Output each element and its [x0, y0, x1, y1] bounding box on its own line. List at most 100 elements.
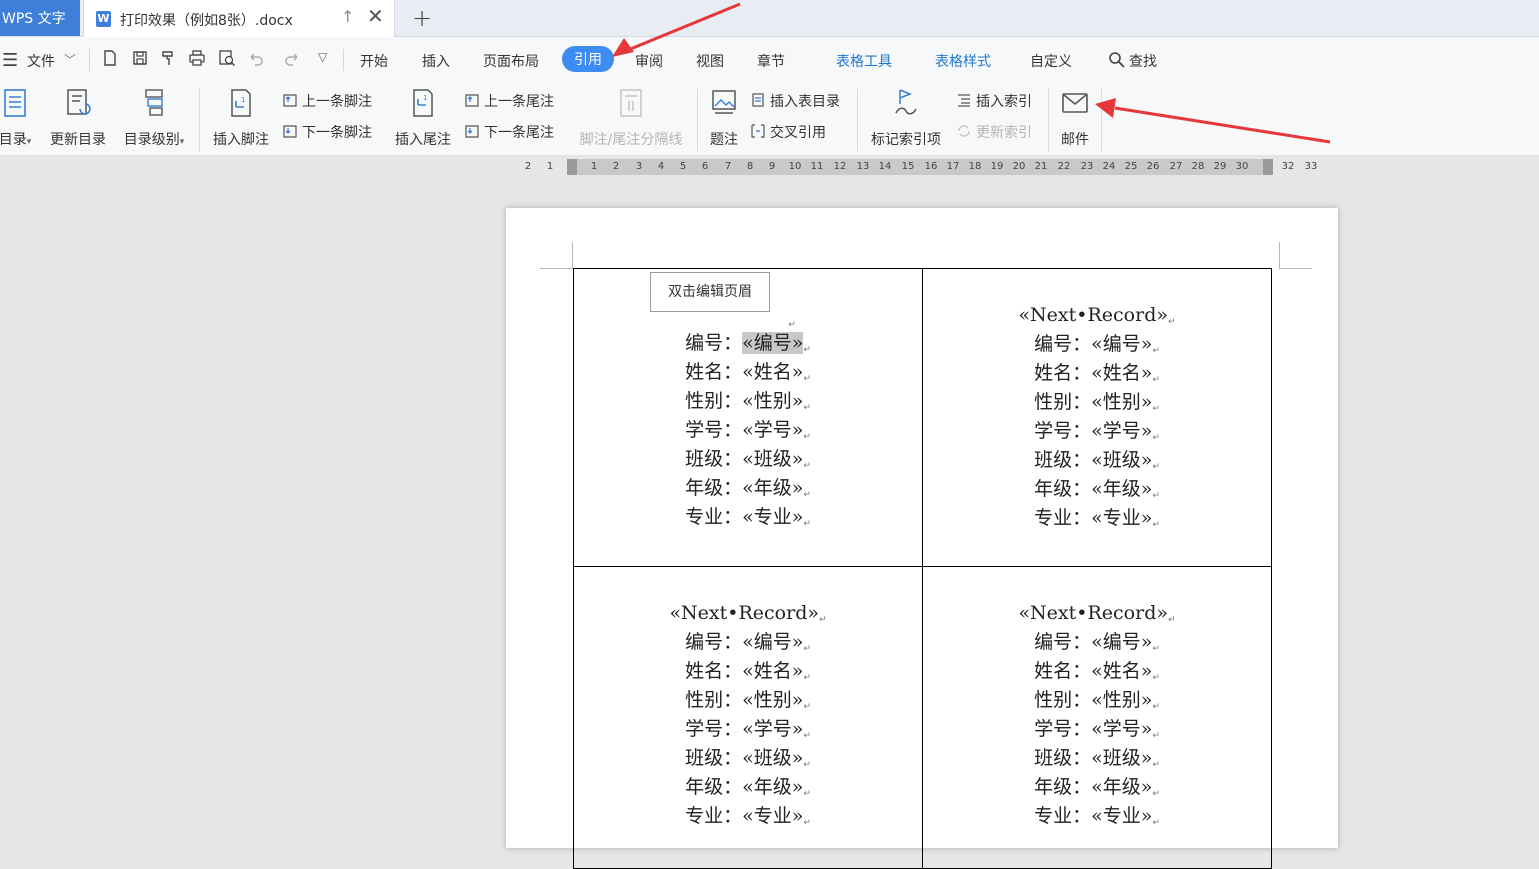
merge-field-line[interactable]: 学号：«学号»↵ — [923, 715, 1271, 744]
merge-field-line[interactable]: 班级：«班级»↵ — [923, 744, 1271, 773]
merge-field-line[interactable]: 编号：«编号»↵ — [574, 628, 922, 657]
search-icon[interactable] — [1108, 51, 1126, 69]
update-index-button[interactable]: 更新索引 — [956, 122, 1032, 142]
next-record-field[interactable]: «Next•Record»↵ — [923, 301, 1271, 330]
merge-field-value[interactable]: «专业» — [742, 805, 803, 827]
ruler-left-margin[interactable] — [567, 159, 577, 175]
undo-icon[interactable] — [247, 49, 265, 67]
prev-endnote-button[interactable]: 上一条尾注 — [464, 91, 554, 111]
merge-field-value[interactable]: «学号» — [1091, 420, 1152, 442]
pin-icon[interactable]: ↑ — [341, 7, 354, 26]
insert-index-button[interactable]: 插入索引 — [956, 91, 1032, 111]
merge-field-line[interactable]: 班级：«班级»↵ — [574, 744, 922, 773]
merge-field-value[interactable]: «学号» — [742, 718, 803, 740]
merge-field-value[interactable]: «年级» — [742, 477, 803, 499]
file-menu[interactable]: 文件 — [27, 51, 55, 71]
merge-field-value[interactable]: «姓名» — [1091, 362, 1152, 384]
merge-field-line[interactable]: 学号：«学号»↵ — [574, 416, 922, 445]
merge-field-line[interactable]: 姓名：«姓名»↵ — [574, 358, 922, 387]
menu-page-layout[interactable]: 页面布局 — [483, 51, 539, 71]
insert-endnote-button[interactable]: 1 插入尾注 — [390, 87, 456, 149]
merge-field-value[interactable]: «专业» — [1091, 507, 1152, 529]
new-document-icon[interactable] — [101, 49, 119, 67]
horizontal-ruler[interactable]: 2 1 1 2 3 4 5 6 7 8 9 10 11 12 13 14 15 16 17 18 19 20 21 22 23 2… — [515, 158, 1317, 178]
menu-view[interactable]: 视图 — [696, 51, 724, 71]
merge-field-value[interactable]: «班级» — [742, 747, 803, 769]
next-footnote-button[interactable]: 下一条脚注 — [282, 122, 372, 142]
merge-field-value[interactable]: «年级» — [1091, 776, 1152, 798]
mark-index-button[interactable]: 标记索引项 — [866, 87, 946, 149]
document-tab[interactable]: W 打印效果（例如8张）.docx ↑ ✕ — [83, 0, 395, 37]
menu-references[interactable]: 引用 — [562, 46, 614, 72]
next-record-field[interactable]: «Next•Record»↵ — [923, 599, 1271, 628]
menu-section[interactable]: 章节 — [757, 51, 785, 71]
table-cell[interactable]: «Next•Record»↵ 编号：«编号»↵ 姓名：«姓名»↵ 性别：«性别»↵ 学号… — [923, 567, 1272, 869]
merge-field-line[interactable]: 专业：«专业»↵ — [923, 802, 1271, 831]
format-painter-icon[interactable] — [159, 49, 177, 67]
note-separator-button[interactable]: 脚注/尾注分隔线 — [572, 87, 690, 149]
merge-field-value[interactable]: «性别» — [742, 689, 803, 711]
merge-field-line[interactable]: 专业：«专业»↵ — [574, 503, 922, 532]
label-table[interactable]: ↵ 编号：«编号»↵ 姓名：«姓名»↵ 性别：«性别»↵ 学号：«学号»↵ 班级：«班级»… — [573, 268, 1272, 869]
merge-field-value[interactable]: «学号» — [1091, 718, 1152, 740]
merge-field-value[interactable]: «专业» — [1091, 805, 1152, 827]
insert-toc-table-button[interactable]: 插入表目录 — [750, 91, 840, 111]
prev-footnote-button[interactable]: 上一条脚注 — [282, 91, 372, 111]
merge-field-value[interactable]: «性别» — [1091, 391, 1152, 413]
next-endnote-button[interactable]: 下一条尾注 — [464, 122, 554, 142]
merge-field-line[interactable]: 年级：«年级»↵ — [574, 773, 922, 802]
table-cell[interactable]: «Next•Record»↵ 编号：«编号»↵ 姓名：«姓名»↵ 性别：«性别»↵ 学号… — [574, 567, 923, 869]
document-page[interactable]: ↵ 编号：«编号»↵ 姓名：«姓名»↵ 性别：«性别»↵ 学号：«学号»↵ 班级：«班级»… — [506, 208, 1338, 869]
cross-reference-button[interactable]: 交叉引用 — [750, 122, 826, 142]
print-icon[interactable] — [188, 49, 206, 67]
merge-field-value[interactable]: «专业» — [742, 506, 803, 528]
merge-field-value[interactable]: «学号» — [742, 419, 803, 441]
menu-customize[interactable]: 自定义 — [1030, 51, 1072, 71]
save-icon[interactable] — [131, 49, 149, 67]
close-tab-icon[interactable]: ✕ — [367, 4, 384, 28]
ruler-right-margin[interactable] — [1263, 159, 1273, 175]
merge-field-value[interactable]: «姓名» — [1091, 660, 1152, 682]
menu-review[interactable]: 审阅 — [635, 51, 663, 71]
merge-field-value[interactable]: «性别» — [742, 390, 803, 412]
merge-field-line[interactable]: 姓名：«姓名»↵ — [923, 657, 1271, 686]
merge-field-value[interactable]: «姓名» — [742, 660, 803, 682]
next-record-field[interactable]: «Next•Record»↵ — [574, 599, 922, 628]
quick-access-dropdown-icon[interactable]: ▽ — [318, 50, 327, 64]
chevron-down-icon[interactable]: ﹀ — [64, 51, 76, 68]
update-toc-button[interactable]: 更新目录 — [46, 87, 110, 149]
merge-field-line[interactable]: 专业：«专业»↵ — [923, 504, 1271, 533]
app-tab[interactable]: WPS 文字 — [0, 0, 80, 36]
merge-field-line[interactable]: 编号：«编号»↵ — [923, 628, 1271, 657]
merge-field-value[interactable]: «班级» — [1091, 747, 1152, 769]
merge-field-line[interactable]: 年级：«年级»↵ — [923, 475, 1271, 504]
merge-field-line[interactable]: 班级：«班级»↵ — [923, 446, 1271, 475]
merge-field-value[interactable]: «班级» — [742, 448, 803, 470]
new-tab-button[interactable]: + — [412, 4, 432, 32]
menu-home[interactable]: 开始 — [360, 51, 388, 71]
merge-field-line[interactable]: 编号：«编号»↵ — [574, 329, 922, 358]
merge-field-value[interactable]: «编号» — [742, 332, 804, 354]
table-cell[interactable]: «Next•Record»↵ 编号：«编号»↵ 姓名：«姓名»↵ 性别：«性别»↵ 学号… — [923, 269, 1272, 567]
menu-insert[interactable]: 插入 — [422, 51, 450, 71]
merge-field-value[interactable]: «年级» — [742, 776, 803, 798]
merge-field-line[interactable]: 学号：«学号»↵ — [923, 417, 1271, 446]
merge-field-value[interactable]: «姓名» — [742, 361, 803, 383]
merge-field-value[interactable]: «编号» — [1091, 333, 1152, 355]
merge-field-line[interactable]: 班级：«班级»↵ — [574, 445, 922, 474]
merge-field-line[interactable]: 性别：«性别»↵ — [574, 387, 922, 416]
merge-field-value[interactable]: «性别» — [1091, 689, 1152, 711]
merge-field-value[interactable]: «年级» — [1091, 478, 1152, 500]
merge-field-line[interactable]: 性别：«性别»↵ — [923, 686, 1271, 715]
menu-table-tools[interactable]: 表格工具 — [836, 51, 892, 71]
merge-field-value[interactable]: «编号» — [1091, 631, 1152, 653]
merge-field-value[interactable]: «编号» — [742, 631, 803, 653]
merge-field-line[interactable]: 姓名：«姓名»↵ — [574, 657, 922, 686]
table-cell[interactable]: ↵ 编号：«编号»↵ 姓名：«姓名»↵ 性别：«性别»↵ 学号：«学号»↵ 班级：«班级»… — [574, 269, 923, 567]
insert-footnote-button[interactable]: 1 插入脚注 — [208, 87, 274, 149]
toc-level-button[interactable]: 目录级别▾ — [117, 87, 191, 149]
merge-field-line[interactable]: 性别：«性别»↵ — [574, 686, 922, 715]
merge-field-line[interactable]: 专业：«专业»↵ — [574, 802, 922, 831]
merge-field-line[interactable]: 姓名：«姓名»↵ — [923, 359, 1271, 388]
toc-button[interactable]: 目录▾ — [0, 87, 38, 149]
